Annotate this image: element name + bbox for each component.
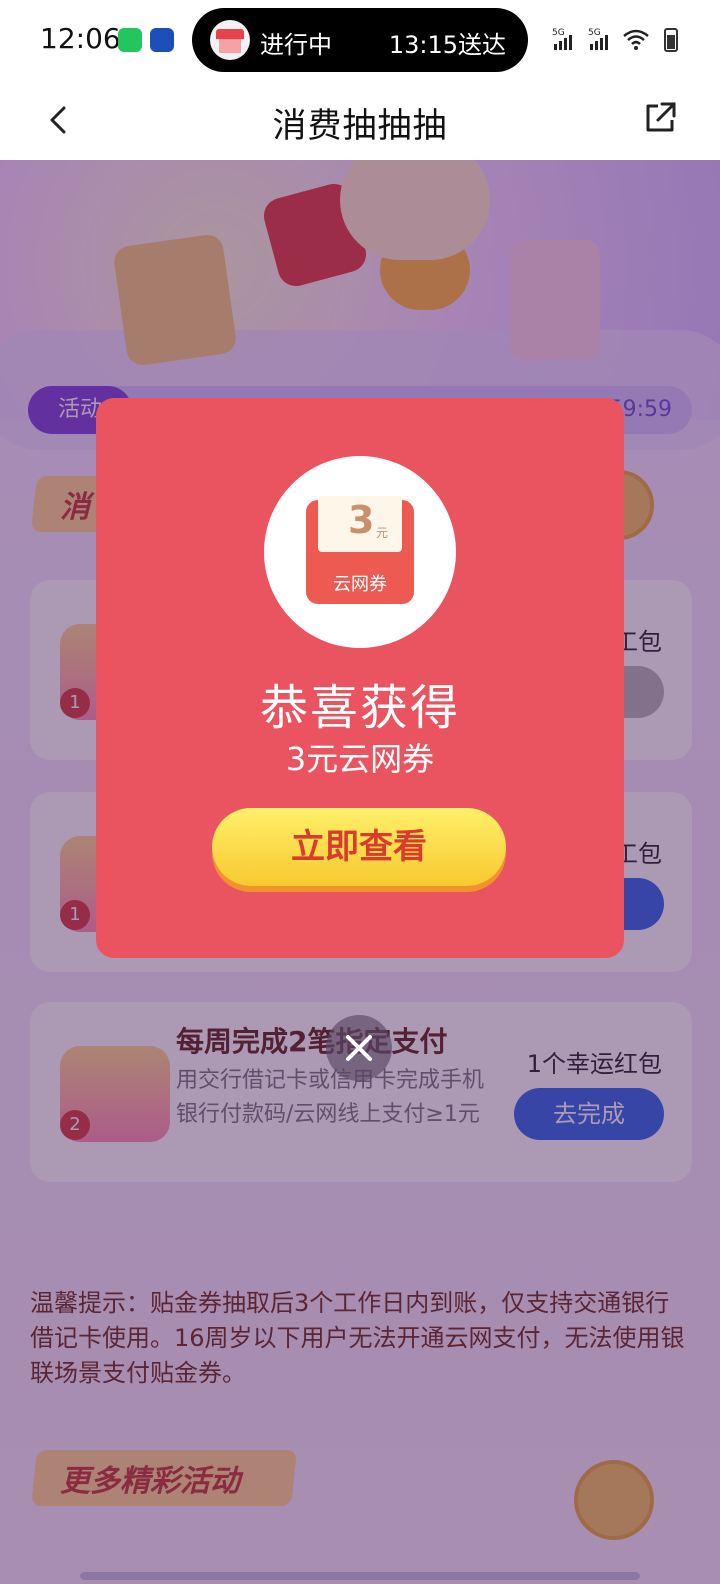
cellular-signal-icon: 5G xyxy=(552,28,572,50)
voucher-card: 3 元 xyxy=(318,496,402,552)
close-icon[interactable] xyxy=(326,1015,392,1081)
voucher-label: 云网券 xyxy=(333,574,387,595)
reward-icon-circle: 3 元 云网券 xyxy=(264,456,456,648)
wechat-icon xyxy=(118,28,142,52)
view-now-button[interactable]: 立即查看 xyxy=(212,808,506,886)
red-envelope-icon: 3 元 云网券 xyxy=(306,496,414,604)
svg-text:5G: 5G xyxy=(588,28,601,38)
wifi-icon xyxy=(623,29,649,50)
voucher-unit: 元 xyxy=(376,526,389,540)
svg-text:5G: 5G xyxy=(552,28,565,38)
store-icon xyxy=(210,20,250,60)
share-icon[interactable] xyxy=(640,98,680,138)
page-title: 消费抽抽抽 xyxy=(272,106,448,146)
battery-icon xyxy=(664,28,678,52)
live-activity-pill[interactable]: 进行中 13:15送达 xyxy=(192,8,528,72)
status-time: 12:06 xyxy=(40,22,121,55)
voucher-amount: 3 xyxy=(348,498,375,542)
modal-subtitle: 3元云网券 xyxy=(285,740,435,778)
nav-bar: 消费抽抽抽 xyxy=(0,80,720,160)
status-bar: 12:06 进行中 13:15送达 5G 5G xyxy=(0,0,720,80)
delivery-eta: 13:15送达 xyxy=(388,31,506,59)
bank-app-icon xyxy=(150,28,174,52)
delivery-status: 进行中 xyxy=(260,31,332,59)
modal-title: 恭喜获得 xyxy=(259,680,460,736)
reward-modal: 3 元 云网券 恭喜获得 3元云网券 立即查看 xyxy=(96,398,624,958)
cellular-signal-icon-2: 5G xyxy=(588,28,608,50)
